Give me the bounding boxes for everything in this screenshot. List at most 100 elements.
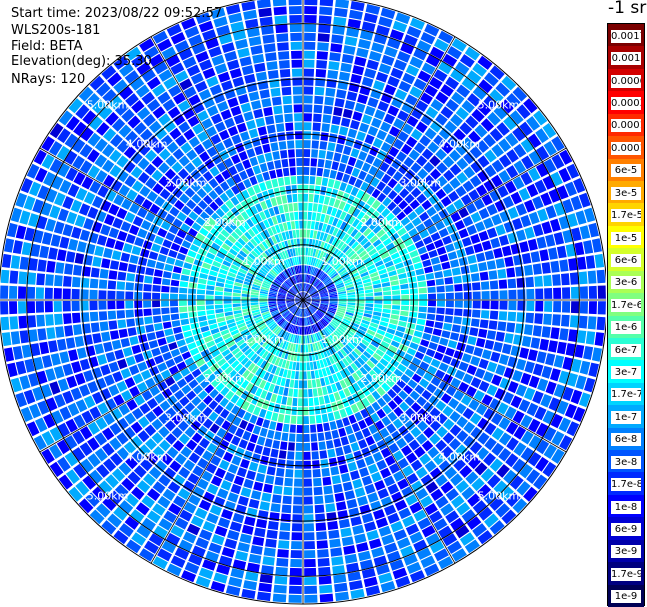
ray-gate-cell (134, 300, 143, 309)
ray-gate-cell (267, 70, 279, 80)
ray-gate-cell (45, 218, 56, 232)
ray-gate-cell (266, 124, 276, 134)
ray-gate-cell (331, 34, 344, 44)
ray-gate-cell (390, 314, 399, 320)
ray-gate-cell (530, 251, 541, 263)
ray-gate-cell (472, 309, 481, 318)
ray-gate-cell (347, 156, 357, 167)
ray-gate-cell (303, 505, 314, 514)
ray-gate-cell (451, 267, 461, 276)
ray-gate-cell (371, 471, 382, 483)
ray-gate-cell (436, 307, 445, 315)
ray-gate-cell (352, 478, 363, 489)
ray-gate-cell (262, 447, 271, 457)
ray-gate-cell (556, 341, 567, 355)
ray-gate-cell (324, 159, 332, 169)
ray-gate-cell (422, 332, 432, 341)
range-label: 2.00km (360, 372, 402, 385)
ray-gate-cell (430, 256, 440, 265)
ray-gate-cell (469, 327, 479, 337)
ray-gate-cell (400, 289, 410, 295)
ray-gate-cell (373, 307, 382, 313)
colorbar-label: 0.001 (611, 52, 641, 66)
ray-gate-cell (248, 128, 259, 139)
colorbar-label: 3e-5 (611, 186, 641, 200)
ray-gate-cell (107, 290, 116, 300)
ray-gate-cell (0, 269, 10, 284)
ray-gate-cell (246, 119, 256, 130)
ray-gate-cell (197, 283, 206, 290)
ray-gate-cell (532, 224, 544, 237)
ray-gate-cell (470, 233, 481, 244)
ray-gate-cell (286, 194, 293, 203)
ray-gate-cell (221, 547, 235, 558)
ray-gate-cell (304, 550, 316, 559)
ray-gate-cell (297, 344, 301, 353)
ray-gate-cell (417, 281, 427, 288)
ray-gate-cell (275, 168, 283, 178)
ray-gate-cell (342, 108, 353, 119)
ray-gate-cell (372, 432, 383, 443)
ray-gate-cell (161, 307, 170, 315)
ray-gate-cell (317, 33, 330, 42)
ray-gate-cell (358, 550, 371, 562)
ray-gate-cell (303, 478, 312, 487)
ray-gate-cell (304, 594, 318, 603)
ray-gate-cell (371, 117, 382, 129)
ray-gate-cell (273, 485, 283, 495)
ray-gate-cell (118, 262, 128, 272)
ray-gate-cell (425, 272, 435, 280)
ray-gate-cell (265, 180, 273, 190)
ray-gate-cell (266, 529, 278, 539)
ray-gate-cell (294, 113, 303, 122)
colorbar-label: 3e-8 (611, 455, 641, 469)
ray-gate-cell (293, 496, 303, 505)
ray-gate-cell (288, 0, 302, 6)
ray-gate-cell (490, 237, 501, 249)
ray-gate-cell (196, 300, 205, 306)
ray-gate-cell (290, 370, 296, 379)
ray-gate-cell (126, 273, 136, 282)
ray-gate-cell (196, 294, 205, 300)
ray-gate-cell (310, 370, 316, 379)
ray-gate-cell (131, 344, 142, 355)
ray-gate-cell (259, 427, 268, 437)
ray-gate-cell (219, 439, 230, 451)
ray-gate-cell (350, 119, 360, 130)
ray-gate-cell (284, 113, 293, 123)
ray-gate-cell (541, 262, 551, 274)
ray-gate-cell (134, 309, 143, 317)
ray-gate-cell (323, 105, 333, 115)
ray-gate-cell (262, 556, 275, 566)
ray-gate-cell (108, 270, 118, 280)
ray-gate-cell (269, 421, 277, 430)
ray-gate-cell (409, 288, 418, 294)
ray-gate-cell (272, 151, 280, 160)
ray-gate-cell (135, 317, 144, 326)
ray-gate-cell (214, 300, 223, 305)
ray-gate-cell (461, 353, 472, 363)
ray-gate-cell (241, 588, 256, 599)
ray-gate-cell (569, 272, 579, 285)
ray-gate-cell (219, 459, 230, 471)
ray-gate-cell (350, 148, 360, 158)
ray-gate-cell (432, 263, 442, 272)
ray-gate-cell (422, 259, 432, 268)
ray-gate-cell (271, 178, 279, 188)
ray-gate-cell (311, 451, 319, 460)
ray-gate-cell (596, 269, 606, 284)
ray-gate-cell (307, 380, 312, 389)
ray-gate-cell (489, 310, 499, 320)
ray-gate-cell (117, 230, 128, 242)
ray-gate-cell (545, 353, 556, 366)
ray-gate-cell (331, 115, 341, 125)
ray-gate-cell (289, 212, 295, 221)
ray-gate-cell (463, 309, 472, 317)
ray-gate-cell (72, 312, 81, 324)
ray-gate-cell (562, 287, 571, 299)
ray-gate-cell (418, 306, 427, 313)
ray-gate-cell (263, 43, 276, 53)
ray-gate-cell (398, 320, 407, 327)
ray-gate-cell (288, 585, 302, 594)
ray-gate-cell (553, 232, 565, 245)
